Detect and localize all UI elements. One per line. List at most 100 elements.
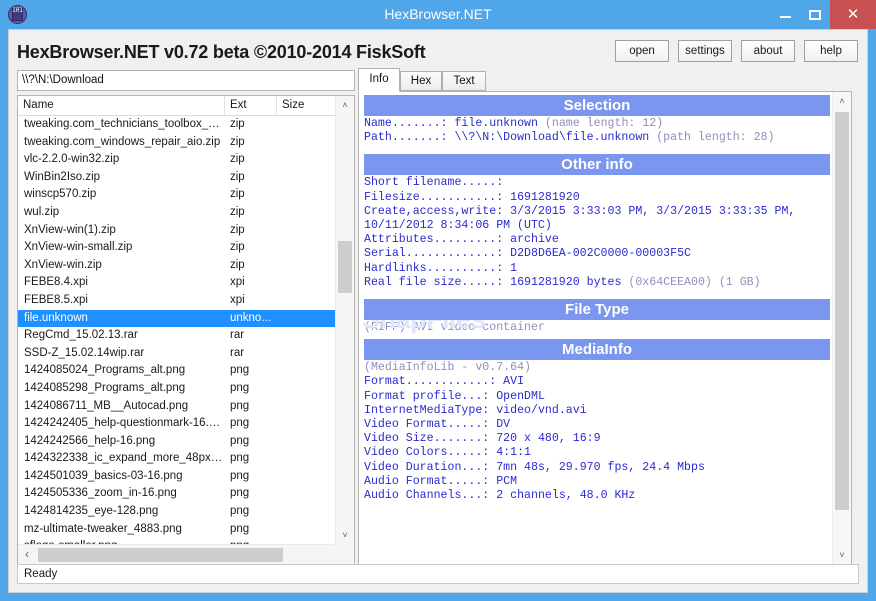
file-list-row[interactable]: wul.zip zip — [18, 204, 335, 222]
file-name-cell: XnView-win-small.zip — [24, 241, 133, 254]
file-list-row[interactable]: XnView-win-small.zip zip — [18, 239, 335, 257]
minimize-button[interactable] — [770, 0, 800, 29]
column-header-ext[interactable]: Ext — [225, 96, 277, 115]
scroll-left-icon[interactable]: ‹ — [18, 545, 36, 564]
section-header: Other info — [364, 154, 830, 176]
settings-button[interactable]: settings — [678, 40, 732, 62]
file-list-row[interactable]: tweaking.com_windows_repair_aio.zip zip — [18, 134, 335, 152]
file-name-cell: 1424085024_Programs_alt.png — [24, 364, 186, 377]
file-name-cell: 1424814235_eye-128.png — [24, 505, 159, 518]
info-line-label: Short filename.....: — [364, 176, 511, 190]
file-name-cell: tweaking.com_technicians_toolbox_port... — [24, 118, 224, 130]
info-line-label: Path.......: — [364, 131, 455, 145]
info-line: Format profile...: OpenDML — [364, 390, 832, 404]
info-line-value: 10/11/2012 8:34:06 PM (UTC) — [364, 219, 552, 233]
section-body: Name.......: file.unknown (name length: … — [364, 117, 832, 145]
file-name-cell: wul.zip — [24, 205, 60, 218]
file-ext-cell: zip — [230, 118, 245, 130]
file-list-row[interactable]: WinBin2Iso.zip zip — [18, 169, 335, 187]
title-bar: 101 HexBrowser.NET ✕ — [0, 0, 876, 29]
file-list-row[interactable]: file.unknown unkno... — [18, 309, 335, 328]
file-ext-cell: zip — [230, 153, 245, 166]
section-header: File Type — [364, 299, 830, 321]
scroll-down-icon[interactable]: ˅ — [336, 526, 354, 544]
file-name-cell: 1424501039_basics-03-16.png — [24, 469, 183, 482]
file-list-row[interactable]: 1424501039_basics-03-16.png png — [18, 468, 335, 486]
app-icon-digits: 101 — [12, 7, 23, 14]
file-list-row[interactable]: FEBE8.5.xpi xpi — [18, 292, 335, 310]
info-line-value: 1691281920 bytes — [510, 275, 622, 289]
help-button[interactable]: help — [804, 40, 858, 62]
tab-hex[interactable]: Hex — [400, 71, 442, 91]
file-list-row[interactable]: 1424242566_help-16.png png — [18, 433, 335, 451]
section-body: Short filename.....: Filesize...........… — [364, 176, 832, 290]
file-list-scroll-thumb[interactable] — [338, 241, 352, 293]
file-list-row[interactable]: 1424085024_Programs_alt.png png — [18, 362, 335, 380]
maximize-button[interactable] — [800, 0, 830, 29]
info-line-label: Audio Format.....: — [364, 474, 497, 488]
tab-strip: Info Hex Text — [358, 68, 852, 92]
file-list-row[interactable]: winscp570.zip zip — [18, 186, 335, 204]
file-list-row[interactable]: vlc-2.2.0-win32.zip zip — [18, 151, 335, 169]
file-list-vertical-scrollbar[interactable]: ˄ ˅ — [335, 96, 354, 544]
file-size-cell — [282, 169, 332, 187]
file-ext-cell: png — [230, 434, 250, 447]
file-size-cell — [282, 398, 332, 416]
file-name-cell: FEBE8.4.xpi — [24, 276, 88, 289]
tab-info[interactable]: Info — [358, 68, 400, 92]
info-scroll-up-icon[interactable]: ˄ — [833, 92, 851, 110]
info-line-value: \\?\N:\Download\file.unknown — [454, 131, 650, 145]
file-list-hscroll-thumb[interactable] — [38, 548, 283, 562]
status-bar: Ready — [17, 564, 859, 584]
file-list-row[interactable]: mz-ultimate-tweaker_4883.png png — [18, 521, 335, 539]
section-body: (MediaInfoLib - v0.7.64) Format..........… — [364, 361, 832, 503]
info-line-value: OpenDML — [496, 389, 545, 403]
info-line: Video Colors.....: 4:1:1 — [364, 446, 832, 460]
column-header-size[interactable]: Size — [277, 96, 335, 115]
tab-text[interactable]: Text — [442, 71, 486, 91]
close-button[interactable]: ✕ — [830, 0, 876, 29]
file-size-cell — [282, 292, 332, 310]
section-body: (RIFF) AVI video container — [364, 321, 832, 335]
info-line-value: 2 channels, 48.0 KHz — [496, 489, 636, 503]
info-scroll-thumb[interactable] — [835, 112, 849, 510]
open-button[interactable]: open — [615, 40, 669, 62]
file-size-cell — [282, 485, 332, 503]
file-list-row[interactable]: XnView-win.zip zip — [18, 257, 335, 275]
file-list-row[interactable]: 1424085298_Programs_alt.png png — [18, 380, 335, 398]
file-list-row[interactable]: 1424086711_MB__Autocad.png png — [18, 398, 335, 416]
scroll-up-icon[interactable]: ˄ — [336, 96, 354, 114]
file-list-row[interactable]: XnView-win(1).zip zip — [18, 222, 335, 240]
info-vertical-scrollbar[interactable]: ˄ ˅ — [832, 92, 851, 564]
info-line-note: (path length: 28) — [649, 131, 775, 145]
info-line-value: 7mn 48s, 29.970 fps, 24.4 Mbps — [496, 460, 705, 474]
info-line-label: Real file size.....: — [364, 275, 511, 289]
file-list-horizontal-scrollbar[interactable]: ‹ › — [18, 544, 354, 564]
info-scroll-down-icon[interactable]: ˅ — [833, 546, 851, 564]
file-size-cell — [282, 310, 332, 328]
file-size-cell — [282, 151, 332, 169]
column-header-name[interactable]: Name — [18, 96, 225, 115]
file-name-cell: tweaking.com_windows_repair_aio.zip — [24, 135, 221, 148]
file-list-row[interactable]: RegCmd_15.02.13.rar rar — [18, 327, 335, 345]
info-line: Path.......: \\?\N:\Download\file.unknow… — [364, 131, 832, 145]
file-list-row[interactable]: 1424322338_ic_expand_more_48px-16.... png — [18, 450, 335, 468]
file-list-row[interactable]: SSD-Z_15.02.14wip.rar rar — [18, 345, 335, 363]
info-line-label: Serial.............: — [364, 247, 511, 261]
info-line: Serial.............: D2D8D6EA-002C0000-0… — [364, 247, 832, 261]
info-line: 10/11/2012 8:34:06 PM (UTC) — [364, 219, 832, 233]
file-ext-cell: png — [230, 452, 250, 465]
path-input[interactable]: \\?\N:\Download — [17, 70, 355, 91]
file-name-cell: 1424505336_zoom_in-16.png — [24, 487, 177, 500]
file-list-row[interactable]: 1424242405_help-questionmark-16.png png — [18, 415, 335, 433]
info-line: Audio Channels...: 2 channels, 48.0 KHz — [364, 489, 832, 503]
file-list-row[interactable]: 1424814235_eye-128.png png — [18, 503, 335, 521]
file-size-cell — [282, 239, 332, 257]
about-button[interactable]: about — [741, 40, 795, 62]
file-list-row[interactable]: 1424505336_zoom_in-16.png png — [18, 485, 335, 503]
file-list-row[interactable]: tweaking.com_technicians_toolbox_port...… — [18, 116, 335, 134]
info-line: (MediaInfoLib - v0.7.64) — [364, 361, 832, 375]
file-ext-cell: xpi — [230, 293, 245, 306]
info-line-value: 4:1:1 — [496, 446, 531, 460]
file-list-row[interactable]: FEBE8.4.xpi xpi — [18, 274, 335, 292]
